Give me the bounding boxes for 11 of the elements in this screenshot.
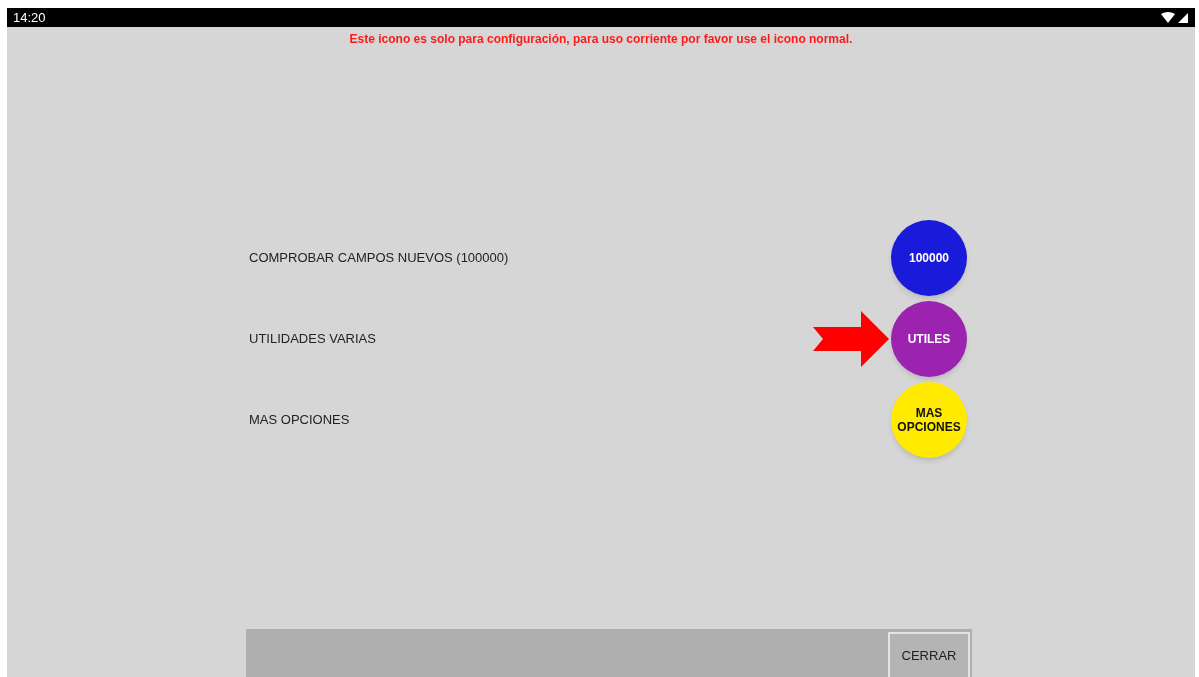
notice-text: Este icono es solo para configuración, para uso corriente por favor use el icono normal. — [349, 31, 853, 48]
option-button[interactable]: UTILES — [891, 301, 967, 377]
arrow-icon — [813, 311, 889, 367]
option-button[interactable]: 100000 — [891, 220, 967, 296]
signal-icon — [1161, 11, 1189, 24]
clock: 14:20 — [13, 8, 46, 27]
option-label: COMPROBAR CAMPOS NUEVOS (100000) — [249, 249, 509, 268]
close-button[interactable]: CERRAR — [888, 632, 970, 677]
option-label: UTILIDADES VARIAS — [249, 330, 376, 349]
option-label: MAS OPCIONES — [249, 411, 350, 430]
option-button[interactable]: MAS OPCIONES — [891, 382, 967, 458]
